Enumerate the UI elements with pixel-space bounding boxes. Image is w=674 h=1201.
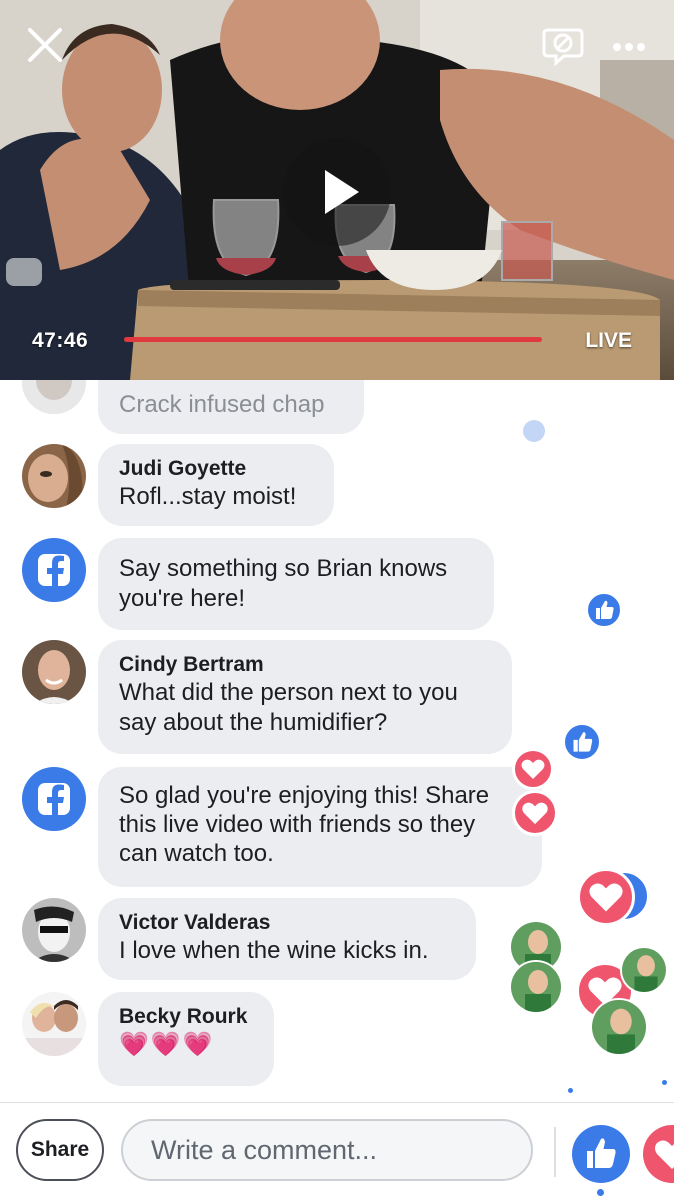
comment-author[interactable]: Becky Rourk [119,1004,252,1030]
live-video-player[interactable]: 47:46 LIVE [0,0,674,380]
user-photo [622,948,666,992]
stop-video-button[interactable] [542,24,584,67]
heart-icon [521,759,545,779]
floating-like-reaction [585,591,623,629]
comment-input[interactable] [121,1119,533,1181]
heart-icon [655,1140,674,1169]
user-photo [592,1000,646,1054]
reaction-particle [568,1088,573,1093]
floating-love-reaction [512,790,558,836]
like-indicator-dot [597,1189,604,1196]
close-button[interactable] [26,26,64,64]
comment-bubble: Say something so Brian knows you're here… [98,538,494,630]
video-timestamp: 47:46 [32,329,89,352]
divider [554,1127,556,1177]
facebook-logo-icon [38,554,70,586]
play-icon [325,170,359,214]
comment-bubble: So glad you're enjoying this! Share this… [98,767,542,887]
avatar[interactable] [22,640,86,704]
floating-like-reaction [562,722,602,762]
comment-bubble[interactable]: Judi Goyette Rofl...stay moist! [98,444,334,526]
floating-avatar-reaction [620,946,668,994]
comment-text: So glad you're enjoying this! Share this… [119,782,490,867]
reaction-particle [662,1080,667,1085]
facebook-avatar [22,538,86,602]
comment-bubble[interactable]: Cindy Bertram What did the person next t… [98,640,512,754]
avatar[interactable] [22,380,86,414]
comment-bubble[interactable]: Crack infused chap [98,380,364,434]
love-button[interactable] [643,1125,674,1183]
comment-composer-bar: Share [0,1102,674,1201]
comment-author[interactable]: Cindy Bertram [119,652,490,678]
facebook-avatar [22,767,86,831]
user-photo [22,992,86,1056]
comment-text: Rofl...stay moist! [119,483,297,510]
avatar[interactable] [22,444,86,508]
close-icon [28,28,62,62]
avatar[interactable] [22,992,86,1056]
faded-reaction [523,420,545,442]
user-photo [511,962,561,1012]
like-button[interactable] [572,1125,630,1183]
user-photo [22,444,86,508]
comment-text: I love when the wine kicks in. [119,937,429,964]
avatar[interactable] [22,898,86,962]
comment-text: What did the person next to you say abou… [119,679,458,736]
video-stop-icon [542,28,584,67]
like-icon [596,600,614,619]
more-options-button[interactable] [612,40,646,52]
user-photo [22,640,86,704]
comment-author[interactable]: Victor Valderas [119,910,454,936]
floating-love-reaction [577,868,635,926]
more-icon [613,43,645,51]
comment-text: Crack infused chap [119,391,325,418]
comment-bubble[interactable]: Victor Valderas I love when the wine kic… [98,898,476,980]
comment-bubble[interactable]: Becky Rourk 💗💗💗 [98,992,274,1086]
like-icon [587,1138,616,1168]
user-photo [22,380,86,414]
heart-icon [522,802,548,825]
comment-text: 💗💗💗 [119,1031,215,1058]
floating-avatar-reaction [509,960,563,1014]
play-button[interactable] [283,138,391,246]
share-button[interactable]: Share [16,1119,104,1181]
comment-author[interactable]: Judi Goyette [119,456,312,482]
floating-love-reaction [512,748,554,790]
video-progress-bar[interactable] [124,337,542,342]
comment-text: Say something so Brian knows you're here… [119,555,448,612]
facebook-logo-icon [38,783,70,815]
like-icon [573,732,593,752]
live-badge: LIVE [585,329,632,352]
heart-icon [589,883,623,912]
floating-avatar-reaction [590,998,648,1056]
comments-list[interactable]: Crack infused chap Judi Goyette Rofl...s… [0,380,674,1102]
user-photo [22,898,86,962]
